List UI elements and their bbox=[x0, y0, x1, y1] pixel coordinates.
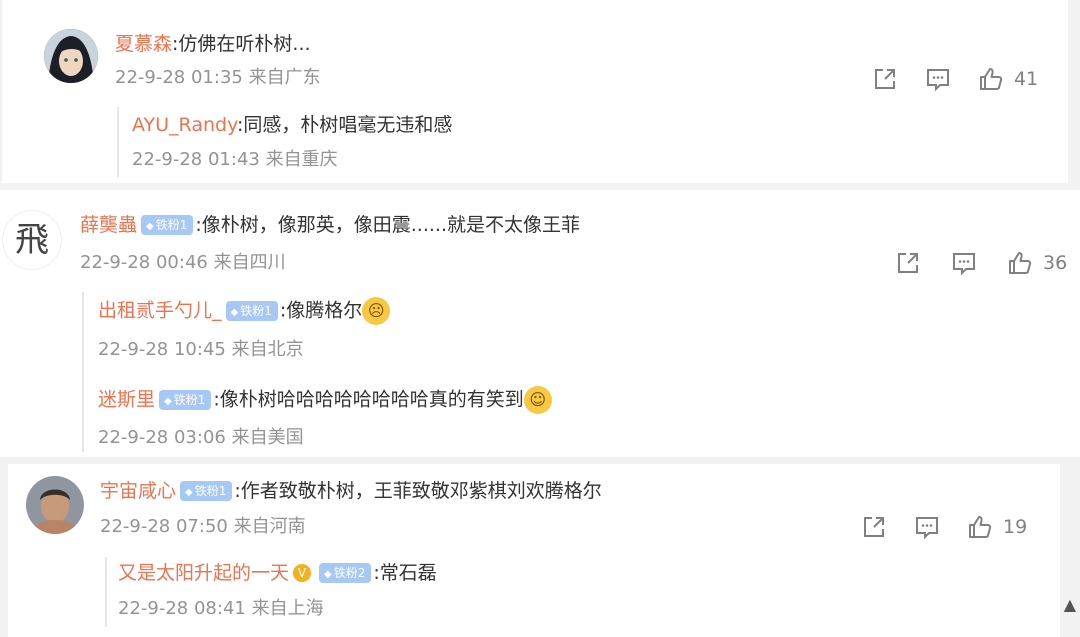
like-icon[interactable] bbox=[967, 514, 993, 540]
diamond-icon: ◆ bbox=[146, 221, 154, 232]
username-link[interactable]: 薛龑蟲 bbox=[80, 214, 137, 236]
laughing-emoji-icon: ☺ bbox=[523, 386, 552, 414]
username-link[interactable]: 宇宙咸心 bbox=[100, 480, 176, 502]
comment-meta: 22-9-28 00:46 来自四川 bbox=[80, 252, 286, 273]
username-link[interactable]: 又是太阳升起的一天 bbox=[118, 562, 289, 584]
reply-line: 出租贰手勺儿_ ◆ 铁粉1:像腾格尔 ☹ bbox=[98, 297, 391, 325]
reply-meta: 22-9-28 01:43 来自重庆 bbox=[132, 149, 338, 170]
comment-actions: 19 bbox=[861, 512, 1027, 542]
diamond-icon: ◆ bbox=[185, 487, 193, 498]
fan-badge[interactable]: ◆ 铁粉1 bbox=[159, 389, 212, 410]
reply-text: :常石磊 bbox=[373, 562, 437, 584]
avatar-glyph: 飛 bbox=[15, 220, 49, 260]
avatar[interactable]: 飛 bbox=[2, 210, 62, 270]
reply-meta: 22-9-28 10:45 来自北京 bbox=[98, 339, 304, 360]
comment-card-1: 夏慕森:仿佛在听朴树... 22-9-28 01:35 来自广东 41 AYU_… bbox=[2, 0, 1068, 183]
comment-meta: 22-9-28 01:35 来自广东 bbox=[115, 67, 321, 88]
reply-divider bbox=[105, 557, 107, 627]
share-icon[interactable] bbox=[872, 66, 898, 92]
username-link[interactable]: 迷斯里 bbox=[98, 389, 155, 411]
like-count: 19 bbox=[1003, 516, 1028, 538]
comment-text: :作者致敬朴树，王菲致敬邓紫棋刘欢腾格尔 bbox=[234, 480, 602, 502]
diamond-icon: ◆ bbox=[230, 306, 239, 318]
comment-card-3: 宇宙咸心 ◆ 铁粉1:作者致敬朴树，王菲致敬邓紫棋刘欢腾格尔 22-9-28 07:… bbox=[8, 464, 1060, 637]
reply-meta: 22-9-28 03:06 来自美国 bbox=[98, 427, 304, 448]
avatar[interactable] bbox=[44, 29, 98, 83]
like-icon[interactable] bbox=[1007, 250, 1033, 276]
username-link[interactable]: 出租贰手勺儿_ bbox=[98, 300, 222, 322]
comment-icon[interactable] bbox=[914, 514, 940, 540]
comment-line: 宇宙咸心 ◆ 铁粉1:作者致敬朴树，王菲致敬邓紫棋刘欢腾格尔 bbox=[100, 478, 602, 504]
share-icon[interactable] bbox=[895, 250, 921, 276]
reply-text: :同感，朴树唱毫无违和感 bbox=[236, 114, 453, 136]
fan-badge[interactable]: ◆ 铁粉1 bbox=[180, 481, 233, 501]
like-count: 36 bbox=[1043, 252, 1068, 274]
comment-icon[interactable] bbox=[925, 66, 951, 92]
scroll-up-arrow-icon[interactable]: ▲ bbox=[1064, 595, 1076, 614]
comment-icon[interactable] bbox=[951, 250, 977, 276]
comment-actions: 41 bbox=[872, 64, 1038, 94]
reply-divider bbox=[117, 107, 119, 177]
reply-text: :像腾格尔 bbox=[279, 299, 363, 322]
comment-line: 薛龑蟲 ◆ 铁粉1:像朴树，像那英，像田震......就是不太像王菲 bbox=[80, 212, 580, 238]
comment-actions: 36 bbox=[895, 248, 1067, 278]
reply-text: :像朴树哈哈哈哈哈哈哈哈真的有笑到 bbox=[213, 388, 524, 411]
reply-meta: 22-9-28 08:41 来自上海 bbox=[118, 598, 324, 619]
reply-line: 又是太阳升起的一天 V ◆ 铁粉2:常石磊 bbox=[118, 560, 437, 586]
diamond-icon: ◆ bbox=[324, 569, 332, 580]
comment-text: :像朴树，像那英，像田震......就是不太像王菲 bbox=[195, 214, 580, 236]
reply-divider bbox=[82, 292, 84, 452]
like-icon[interactable] bbox=[978, 66, 1004, 92]
fan-badge[interactable]: ◆ 铁粉2 bbox=[319, 563, 372, 583]
comment-text: :仿佛在听朴树... bbox=[172, 33, 311, 55]
reply-line: AYU_Randy:同感，朴树唱毫无违和感 bbox=[132, 112, 452, 138]
username-link[interactable]: AYU_Randy bbox=[132, 114, 237, 136]
comment-meta: 22-9-28 07:50 来自河南 bbox=[100, 516, 306, 537]
username-link[interactable]: 夏慕森 bbox=[115, 33, 172, 55]
verified-icon: V bbox=[293, 564, 312, 582]
comment-card-2: 飛 薛龑蟲 ◆ 铁粉1:像朴树，像那英，像田震......就是不太像王菲 22-9-… bbox=[0, 190, 1080, 457]
sad-emoji-icon: ☹ bbox=[362, 297, 391, 325]
diamond-icon: ◆ bbox=[164, 395, 172, 407]
fan-badge[interactable]: ◆ 铁粉1 bbox=[225, 300, 278, 321]
avatar[interactable] bbox=[26, 476, 84, 534]
like-count: 41 bbox=[1014, 68, 1039, 90]
comment-line: 夏慕森:仿佛在听朴树... bbox=[115, 31, 311, 57]
fan-badge[interactable]: ◆ 铁粉1 bbox=[141, 215, 194, 235]
reply-line: 迷斯里 ◆ 铁粉1:像朴树哈哈哈哈哈哈哈哈真的有笑到 ☺ bbox=[98, 386, 552, 414]
share-icon[interactable] bbox=[861, 514, 887, 540]
